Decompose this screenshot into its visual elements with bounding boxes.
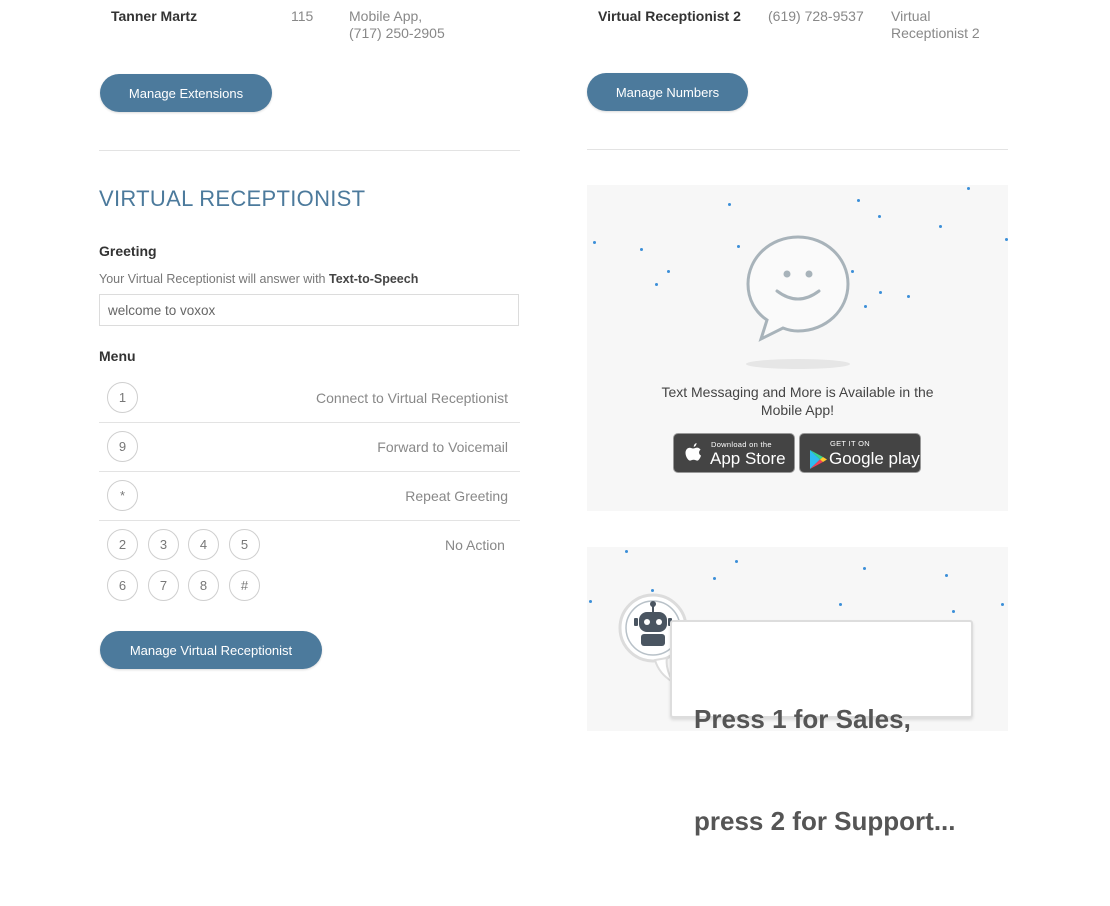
number-destination: Virtual Receptionist 2	[891, 8, 1001, 42]
decorative-dot	[878, 215, 881, 218]
menu-label: Menu	[99, 348, 136, 364]
extension-name: Tanner Martz	[111, 8, 198, 24]
number-phone: (619) 728-9537	[768, 8, 864, 24]
decorative-dot	[857, 199, 860, 202]
decorative-dot	[593, 241, 596, 244]
menu-key[interactable]: *	[107, 480, 138, 511]
section-title: VIRTUAL RECEPTIONIST	[99, 186, 366, 211]
keypad-key[interactable]: #	[229, 570, 260, 601]
decorative-dot	[945, 574, 948, 577]
ivr-line2: press 2 for Support...	[694, 806, 956, 836]
decorative-dot	[863, 567, 866, 570]
keypad-key[interactable]: 3	[148, 529, 179, 560]
keypad-key[interactable]: 5	[229, 529, 260, 560]
menu-action[interactable]: Forward to Voicemail	[377, 439, 508, 455]
decorative-dot	[1001, 603, 1004, 606]
decorative-dot	[625, 550, 628, 553]
google-play-icon	[810, 450, 827, 469]
apple-icon	[685, 443, 701, 461]
menu-action[interactable]: Repeat Greeting	[405, 488, 508, 504]
extension-device-line1: Mobile App,	[349, 8, 423, 24]
app-store-button[interactable]: Download on the App Store	[673, 433, 795, 473]
greeting-hint-text: Your Virtual Receptionist will answer wi…	[99, 272, 326, 286]
manage-virtual-receptionist-button[interactable]: Manage Virtual Receptionist	[100, 631, 322, 669]
greeting-label: Greeting	[99, 243, 157, 259]
menu-row[interactable]: * Repeat Greeting	[99, 472, 520, 521]
extension-device: Mobile App, (717) 250-2905	[349, 8, 489, 42]
manage-numbers-button[interactable]: Manage Numbers	[587, 73, 748, 111]
greeting-hint-mode: Text-to-Speech	[328, 272, 419, 286]
menu-key[interactable]: 1	[107, 382, 138, 413]
decorative-dot	[879, 291, 882, 294]
decorative-dot	[640, 248, 643, 251]
keypad-key[interactable]: 8	[188, 570, 219, 601]
number-name: Virtual Receptionist 2	[598, 8, 741, 24]
ivr-text: Press 1 for Sales, press 2 for Support..…	[694, 634, 956, 906]
decorative-dot	[839, 603, 842, 606]
number-destination-line1: Virtual	[891, 8, 931, 24]
promo-text-line2: Mobile App!	[760, 402, 835, 418]
divider-right	[587, 149, 1008, 150]
manage-extensions-button[interactable]: Manage Extensions	[100, 74, 272, 112]
google-play-button[interactable]: GET IT ON Google play	[799, 433, 921, 473]
decorative-dot	[939, 225, 942, 228]
keypad-key[interactable]: 4	[188, 529, 219, 560]
extension-device-line2: (717) 250-2905	[349, 25, 445, 41]
keypad-key[interactable]: 2	[107, 529, 138, 560]
decorative-dot	[655, 283, 658, 286]
decorative-dot	[589, 600, 592, 603]
no-action-label: No Action	[445, 537, 505, 553]
number-destination-line2: Receptionist 2	[891, 25, 980, 41]
menu-row[interactable]: 9 Forward to Voicemail	[99, 423, 520, 472]
mobile-app-promo: Text Messaging and More is Available in …	[587, 185, 1008, 511]
google-play-small: GET IT ON	[830, 439, 870, 448]
promo-text-line1: Text Messaging and More is Available in …	[661, 384, 934, 400]
divider-left	[99, 150, 520, 151]
decorative-dot	[907, 295, 910, 298]
decorative-dot	[735, 560, 738, 563]
greeting-hint: Your Virtual Receptionist will answer wi…	[99, 272, 418, 286]
greeting-input[interactable]: welcome to voxox	[99, 294, 519, 326]
google-play-big: Google play	[829, 449, 920, 468]
extension-number: 115	[291, 8, 314, 24]
app-store-big: App Store	[710, 449, 786, 468]
decorative-dot	[967, 187, 970, 190]
decorative-dot	[713, 577, 716, 580]
decorative-dot	[667, 270, 670, 273]
decorative-dot	[952, 610, 955, 613]
keypad-key[interactable]: 6	[107, 570, 138, 601]
menu-action[interactable]: Connect to Virtual Receptionist	[316, 390, 508, 406]
keypad-key[interactable]: 7	[148, 570, 179, 601]
decorative-dot	[864, 305, 867, 308]
menu-key[interactable]: 9	[107, 431, 138, 462]
decorative-dot	[728, 203, 731, 206]
smiley-chat-bubble-icon	[746, 235, 850, 369]
ivr-speech-bubble: Press 1 for Sales, press 2 for Support..…	[670, 620, 973, 836]
promo-text: Text Messaging and More is Available in …	[587, 383, 1008, 419]
app-store-small: Download on the	[711, 440, 772, 449]
decorative-dot	[1005, 238, 1008, 241]
menu-row[interactable]: 1 Connect to Virtual Receptionist	[99, 374, 520, 423]
